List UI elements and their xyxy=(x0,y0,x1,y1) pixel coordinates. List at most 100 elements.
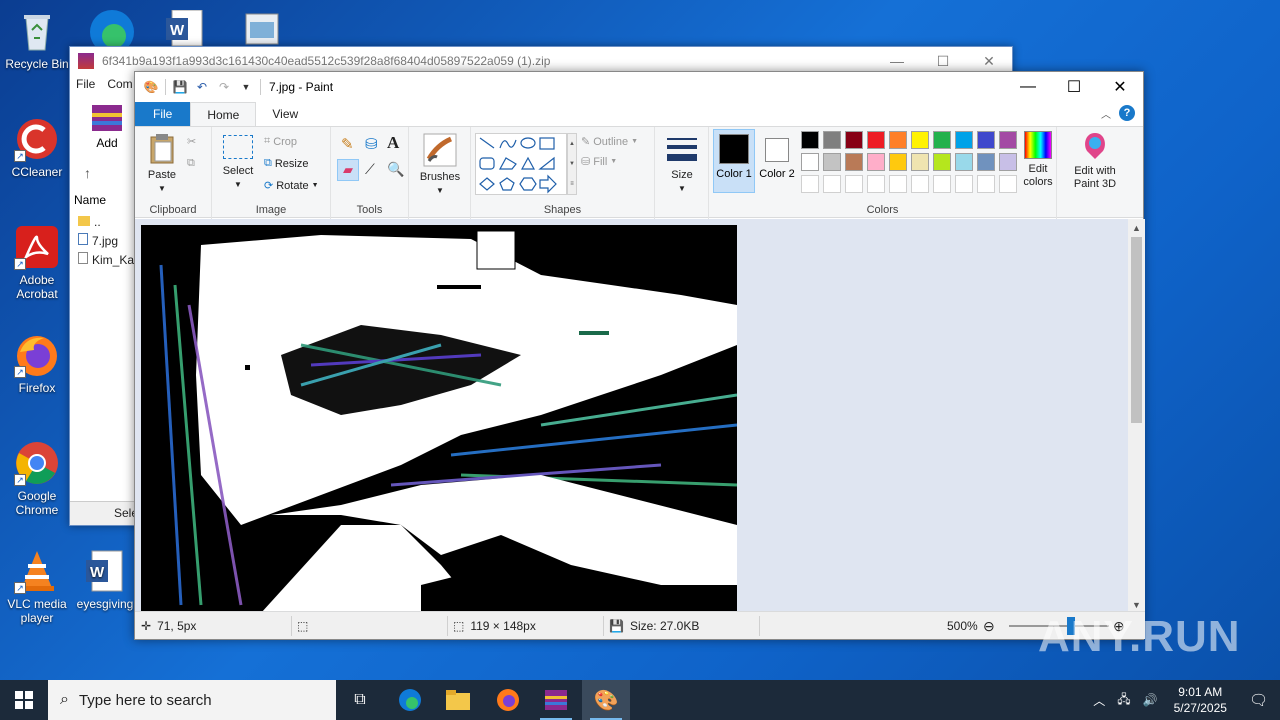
resize-button[interactable]: ⧉ Resize xyxy=(264,157,308,170)
color-picker-icon[interactable]: ⟋ xyxy=(365,161,375,178)
palette-swatch[interactable] xyxy=(911,175,929,193)
fill-bucket-icon[interactable]: ⛁ xyxy=(365,135,378,153)
palette-swatch[interactable] xyxy=(801,131,819,149)
desktop-icon-eyesgiving[interactable]: W eyesgiving xyxy=(69,548,141,611)
show-hidden-icons-icon[interactable]: ︿ xyxy=(1087,692,1111,709)
tab-view[interactable]: View xyxy=(256,102,314,126)
save-icon[interactable]: 💾 xyxy=(172,79,188,95)
help-icon[interactable]: ? xyxy=(1119,105,1135,121)
scroll-up-icon[interactable]: ▲ xyxy=(1128,219,1145,236)
brushes-button[interactable]: Brushes ▼ xyxy=(417,133,463,197)
volume-icon[interactable]: 🔊 xyxy=(1137,693,1164,707)
paint-taskbar-icon[interactable]: 🎨 xyxy=(582,680,630,720)
palette-swatch[interactable] xyxy=(933,153,951,171)
copy-icon[interactable]: ⧉ xyxy=(187,157,195,170)
paint-window[interactable]: 🎨 💾 ↶ ↷ ▼ 7.jpg - Paint — ☐ ✕ File Home … xyxy=(134,71,1145,640)
redo-icon[interactable]: ↷ xyxy=(216,79,232,95)
canvas-area[interactable]: ▲ ▼ xyxy=(135,219,1145,613)
winrar-add-button[interactable]: Add xyxy=(90,103,124,150)
rotate-button[interactable]: ⟳ Rotate ▼ xyxy=(264,179,319,193)
palette-swatch[interactable] xyxy=(823,131,841,149)
edit-colors-button[interactable]: Edit colors xyxy=(1019,131,1057,189)
word-desktop-icon[interactable]: W xyxy=(164,9,204,47)
winrar-taskbar-icon[interactable] xyxy=(532,680,580,720)
palette-swatch[interactable] xyxy=(955,131,973,149)
palette-swatch[interactable] xyxy=(999,175,1017,193)
edit-with-paint3d-button[interactable]: Edit with Paint 3D xyxy=(1065,131,1125,191)
desktop-icon-ccleaner[interactable]: ↗ CCleaner xyxy=(1,116,73,179)
palette-swatch[interactable] xyxy=(823,153,841,171)
palette-swatch[interactable] xyxy=(955,175,973,193)
crop-button[interactable]: ⌗ Crop xyxy=(264,135,297,148)
file-explorer-taskbar-icon[interactable] xyxy=(434,680,482,720)
palette-swatch[interactable] xyxy=(889,175,907,193)
palette-swatch[interactable] xyxy=(867,153,885,171)
collapse-ribbon-icon[interactable]: ︿ xyxy=(1101,106,1111,121)
palette-swatch[interactable] xyxy=(801,153,819,171)
winrar-menu-file[interactable]: File xyxy=(76,77,95,91)
palette-swatch[interactable] xyxy=(867,131,885,149)
palette-swatch[interactable] xyxy=(999,153,1017,171)
task-view-icon[interactable]: ⧉ xyxy=(336,680,384,720)
palette-swatch[interactable] xyxy=(955,153,973,171)
zoom-out-icon[interactable]: ⊖ xyxy=(983,612,995,640)
palette-swatch[interactable] xyxy=(999,131,1017,149)
start-button[interactable] xyxy=(0,680,48,720)
tab-home[interactable]: Home xyxy=(190,102,257,126)
palette-swatch[interactable] xyxy=(889,131,907,149)
edge-taskbar-icon[interactable] xyxy=(386,680,434,720)
palette-swatch[interactable] xyxy=(933,131,951,149)
palette-swatch[interactable] xyxy=(933,175,951,193)
undo-icon[interactable]: ↶ xyxy=(194,79,210,95)
shapes-scroll[interactable]: ▲ ▼ ≡ xyxy=(567,133,577,195)
up-arrow-icon[interactable]: ↑ xyxy=(84,165,91,181)
eraser-icon[interactable]: ▰ xyxy=(337,159,359,181)
palette-swatch[interactable] xyxy=(977,153,995,171)
image-file-desktop-icon[interactable] xyxy=(244,12,280,46)
paint-titlebar[interactable]: 🎨 💾 ↶ ↷ ▼ 7.jpg - Paint — ☐ ✕ xyxy=(135,72,1143,102)
close-icon[interactable]: ✕ xyxy=(1097,72,1143,102)
desktop-icon-vlc[interactable]: ↗ VLC media player xyxy=(1,548,73,625)
color1-button[interactable]: Color 1 xyxy=(713,129,755,193)
image-canvas[interactable] xyxy=(141,225,737,613)
shapes-gallery[interactable] xyxy=(475,133,567,195)
select-button[interactable]: Select ▼ xyxy=(218,133,258,191)
clock[interactable]: 9:01 AM 5/27/2025 xyxy=(1164,684,1237,716)
desktop-icon-google-chrome[interactable]: ↗ Google Chrome xyxy=(1,440,73,517)
desktop-icon-firefox[interactable]: ↗ Firefox xyxy=(1,332,73,395)
firefox-taskbar-icon[interactable] xyxy=(484,680,532,720)
maximize-icon[interactable]: ☐ xyxy=(1051,72,1097,102)
text-tool-icon[interactable]: A xyxy=(387,133,399,153)
palette-swatch[interactable] xyxy=(977,131,995,149)
winrar-menu-commands[interactable]: Com xyxy=(107,77,132,91)
palette-swatch[interactable] xyxy=(801,175,819,193)
minimize-icon[interactable]: — xyxy=(1005,72,1051,102)
customize-qat-icon[interactable]: ▼ xyxy=(238,79,254,95)
paste-button[interactable]: Paste ▼ xyxy=(143,133,181,195)
taskbar-search-box[interactable]: ⌕ Type here to search xyxy=(48,680,336,720)
desktop-icon-adobe-acrobat[interactable]: ↗ Adobe Acrobat xyxy=(1,224,73,301)
size-button[interactable]: Size ▼ xyxy=(661,135,703,195)
palette-swatch[interactable] xyxy=(977,175,995,193)
notifications-icon[interactable]: 🗨 xyxy=(1237,691,1280,709)
palette-swatch[interactable] xyxy=(845,175,863,193)
color2-button[interactable]: Color 2 xyxy=(757,129,797,193)
palette-swatch[interactable] xyxy=(911,131,929,149)
vertical-scrollbar[interactable]: ▲ ▼ xyxy=(1128,219,1145,613)
scroll-thumb[interactable] xyxy=(1131,237,1142,423)
palette-swatch[interactable] xyxy=(867,175,885,193)
palette-swatch[interactable] xyxy=(889,153,907,171)
palette-swatch[interactable] xyxy=(845,131,863,149)
edge-desktop-icon[interactable] xyxy=(88,6,134,54)
pencil-icon[interactable]: ✎ xyxy=(341,135,354,153)
desktop-icon-recycle-bin[interactable]: Recycle Bin xyxy=(1,8,73,71)
palette-swatch[interactable] xyxy=(845,153,863,171)
palette-swatch[interactable] xyxy=(911,153,929,171)
winrar-column-name[interactable]: Name xyxy=(74,193,106,207)
fill-button[interactable]: ⛁ Fill ▼ xyxy=(581,155,617,169)
cut-icon[interactable]: ✂ xyxy=(187,135,196,148)
outline-button[interactable]: ✎ Outline ▼ xyxy=(581,135,638,149)
palette-swatch[interactable] xyxy=(823,175,841,193)
network-icon[interactable]: 🖧 xyxy=(1111,690,1136,711)
magnifier-icon[interactable]: 🔍 xyxy=(387,161,404,178)
